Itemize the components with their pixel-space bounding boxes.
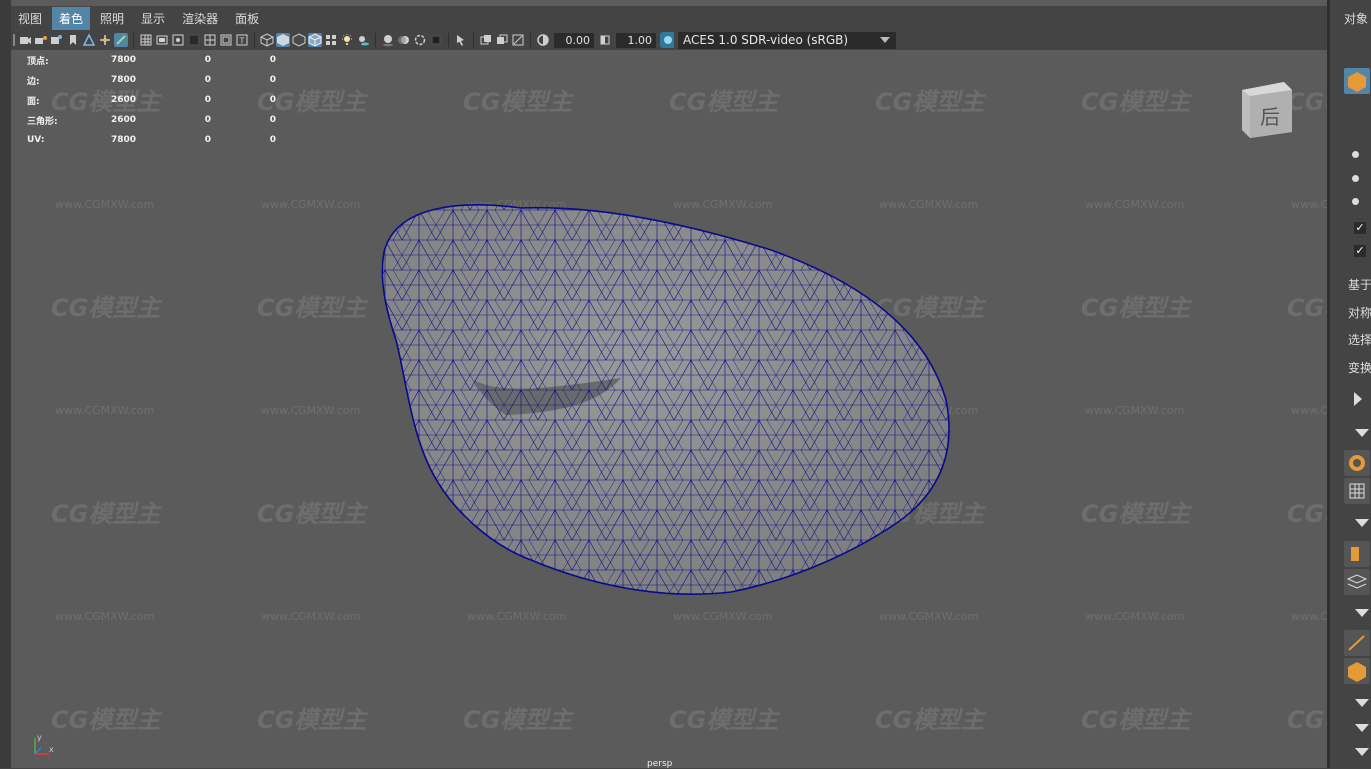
viewcube-face-label: 后: [1260, 105, 1280, 129]
viewport-panel[interactable]: 视图 着色 照明 显示 渲染器 面板 T 0.00 1.00 ACES 1.0 …: [11, 0, 1327, 769]
soft-select-icon[interactable]: [1344, 450, 1370, 476]
edit-curve-icon[interactable]: [1344, 630, 1370, 656]
axis-gizmo: y x: [29, 730, 59, 764]
label-transform: 变换: [1348, 361, 1371, 375]
grid-snap-icon[interactable]: [1344, 478, 1370, 504]
label-symmetry: 对称: [1348, 306, 1371, 320]
cube-object-icon[interactable]: [1344, 658, 1370, 684]
radio-option-1[interactable]: [1352, 151, 1359, 158]
checkbox-option-1[interactable]: ✓: [1354, 222, 1366, 234]
modeling-toolkit-icon[interactable]: [1344, 541, 1370, 567]
collapse-arrow-icon[interactable]: [1355, 724, 1369, 732]
svg-text:y: y: [37, 733, 42, 742]
collapse-arrow-icon[interactable]: [1355, 748, 1369, 756]
radio-option-2[interactable]: [1352, 175, 1359, 182]
collapse-arrow-icon[interactable]: [1355, 519, 1369, 527]
checkbox-option-2[interactable]: ✓: [1354, 245, 1366, 257]
label-selection: 选择: [1348, 333, 1371, 347]
wireframe-overlay: [382, 204, 950, 595]
svg-text:x: x: [49, 745, 54, 754]
left-shelf-strip: [0, 0, 11, 768]
viewcube[interactable]: 后: [1240, 80, 1294, 138]
layers-icon[interactable]: [1344, 569, 1370, 595]
collapse-arrow-icon[interactable]: [1355, 699, 1369, 707]
label-based-on: 基于: [1348, 278, 1371, 292]
expand-arrow-icon[interactable]: [1354, 392, 1362, 406]
radio-option-3[interactable]: [1352, 198, 1359, 205]
object-mode-icon[interactable]: [1344, 68, 1370, 94]
rock-mesh[interactable]: [11, 0, 1327, 768]
attribute-panel: 对象 ✓ ✓ 基于 对称 选择 变换: [1327, 0, 1371, 768]
collapse-arrow-icon[interactable]: [1355, 429, 1369, 437]
collapse-arrow-icon[interactable]: [1355, 609, 1369, 617]
panel-title: 对象: [1344, 12, 1369, 26]
